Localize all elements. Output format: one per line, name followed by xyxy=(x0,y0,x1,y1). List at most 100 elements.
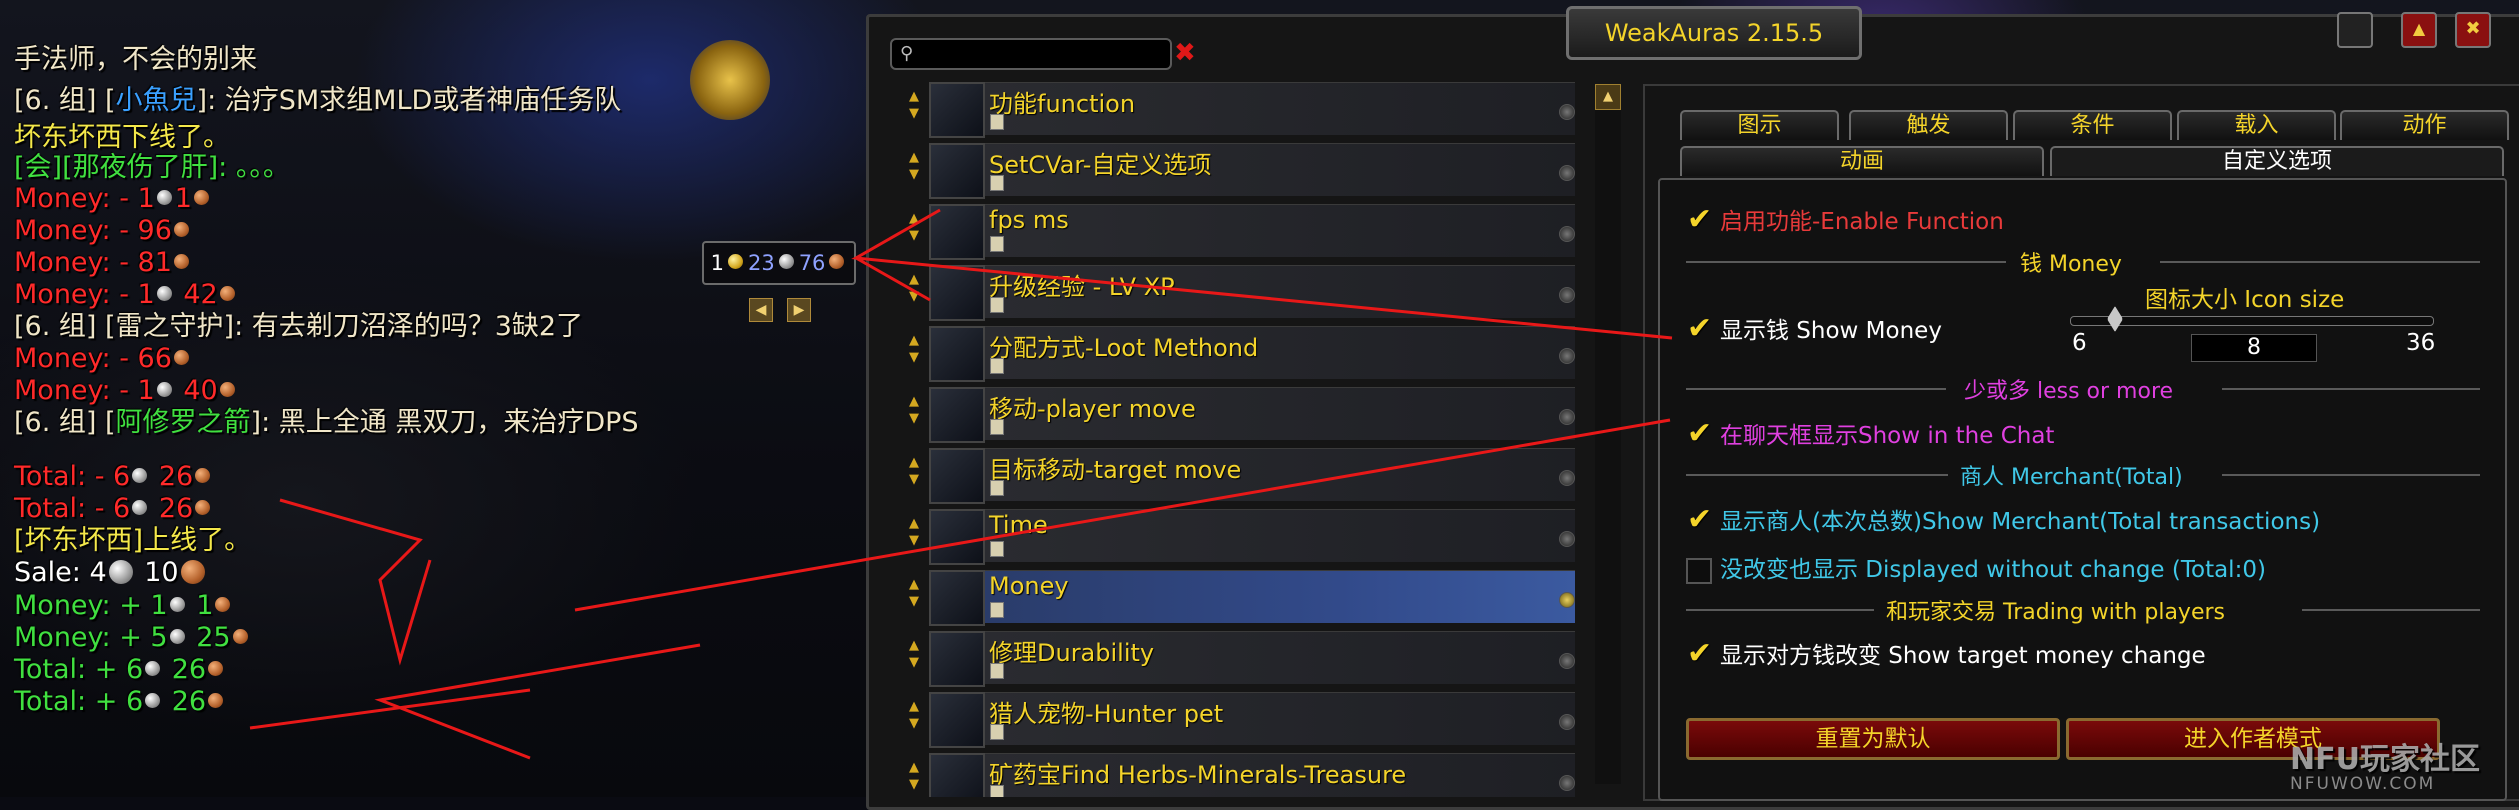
reorder-arrows-icon[interactable]: ▲ ▼ xyxy=(909,149,923,183)
widget-next-button[interactable]: ▶ xyxy=(787,298,811,322)
silver-coin-icon xyxy=(108,559,133,584)
aura-list-item[interactable]: ▲ ▼ 功能function xyxy=(893,78,1595,138)
scroll-up-button[interactable]: ▲ xyxy=(1595,84,1621,110)
chat-text: 阿修罗之箭 xyxy=(115,407,251,438)
reorder-arrows-icon[interactable]: ▲ ▼ xyxy=(909,637,923,671)
aura-list-item[interactable]: ▲ ▼ SetCVar-自定义选项 xyxy=(893,139,1595,199)
aura-list-item[interactable]: ▲ ▼ 升级经验 - LV XP xyxy=(893,261,1595,321)
aura-list-item[interactable]: ▲ ▼ 分配方式-Loot Methond xyxy=(893,322,1595,382)
chat-text: ]: 治疗SM求组MLD或者神庙任务队 xyxy=(196,85,622,116)
chat-line: Total: - 6 26 xyxy=(14,461,213,493)
aura-name: 修理Durability xyxy=(989,639,1155,667)
copper-coin-icon xyxy=(195,500,211,515)
aura-list-item[interactable]: ▲ ▼ Money xyxy=(893,566,1595,626)
icon-size-value-input[interactable]: 8 xyxy=(2191,334,2317,362)
tab-load[interactable]: 载入 xyxy=(2177,110,2336,140)
tab-conditions[interactable]: 条件 xyxy=(2013,110,2172,140)
show-in-chat-option[interactable]: 在聊天框显示Show in the Chat xyxy=(1686,416,2054,451)
option-label: 显示对方钱改变 Show target money change xyxy=(1720,643,2206,669)
checkbox-checked-icon[interactable] xyxy=(1686,502,1712,537)
aura-list-item[interactable]: ▲ ▼ Time xyxy=(893,505,1595,565)
visibility-toggle-icon[interactable] xyxy=(1559,653,1575,669)
document-icon xyxy=(990,236,1004,252)
tab-display[interactable]: 图示 xyxy=(1680,110,1839,140)
chat-text: Total: + 6 xyxy=(14,686,144,717)
reorder-arrows-icon[interactable]: ▲ ▼ xyxy=(909,393,923,427)
show-merchant-option[interactable]: 显示商人(本次总数)Show Merchant(Total transactio… xyxy=(1686,502,2321,537)
aura-list-item[interactable]: ▲ ▼ fps ms xyxy=(893,200,1595,260)
chat-text: [6. 组] [ xyxy=(14,311,116,342)
chat-text: 26 xyxy=(163,654,207,685)
copper-coin-icon xyxy=(829,253,845,269)
reorder-arrows-icon[interactable]: ▲ ▼ xyxy=(909,210,923,244)
checkbox-checked-icon[interactable] xyxy=(1686,311,1712,346)
chat-line: [6. 组] [小魚兒]: 治疗SM求组MLD或者神庙任务队 xyxy=(14,85,694,116)
reorder-arrows-icon[interactable]: ▲ ▼ xyxy=(909,515,923,549)
visibility-toggle-icon[interactable] xyxy=(1559,531,1575,547)
minimize-button[interactable] xyxy=(2337,12,2373,48)
aura-list-item[interactable]: ▲ ▼ 移动-player move xyxy=(893,383,1595,443)
aura-name: 猎人宠物-Hunter pet xyxy=(989,700,1224,728)
icon-size-slider[interactable] xyxy=(2070,316,2434,326)
aura-list-item[interactable]: ▲ ▼ 目标移动-target move xyxy=(893,444,1595,504)
visibility-toggle-icon[interactable] xyxy=(1559,470,1575,486)
aura-list-item[interactable]: ▲ ▼ 矿药宝Find Herbs-Minerals-Treasure xyxy=(893,749,1595,797)
checkbox-checked-icon[interactable] xyxy=(1686,416,1712,451)
visibility-toggle-icon[interactable] xyxy=(1559,348,1575,364)
checkbox-checked-icon[interactable] xyxy=(1686,636,1712,671)
visibility-toggle-icon[interactable] xyxy=(1559,287,1575,303)
tab-trigger[interactable]: 触发 xyxy=(1849,110,2008,140)
reorder-arrows-icon[interactable]: ▲ ▼ xyxy=(909,698,923,732)
search-input[interactable]: ⚲ xyxy=(890,38,1172,70)
aura-list-scrollbar[interactable]: ▲ xyxy=(1595,84,1621,784)
chat-text: Money: - 1 xyxy=(14,279,155,310)
display-without-change-option[interactable]: 没改变也显示 Displayed without change (Total:0… xyxy=(1686,550,2266,584)
show-target-money-option[interactable]: 显示对方钱改变 Show target money change xyxy=(1686,636,2206,671)
chat-line: Money: + 5 25 xyxy=(14,622,251,654)
widget-prev-button[interactable]: ◀ xyxy=(749,298,773,322)
chat-text: Money: - 1 xyxy=(14,375,155,406)
tab-animations[interactable]: 动画 xyxy=(1680,146,2044,176)
silver-coin-icon xyxy=(156,382,172,397)
reorder-arrows-icon[interactable]: ▲ ▼ xyxy=(909,576,923,610)
visibility-toggle-icon[interactable] xyxy=(1559,714,1575,730)
reorder-arrows-icon[interactable]: ▲ ▼ xyxy=(909,88,923,122)
icon-size-label: 图标大小 Icon size xyxy=(2145,287,2345,313)
reorder-arrows-icon[interactable]: ▲ ▼ xyxy=(909,332,923,366)
visibility-toggle-icon[interactable] xyxy=(1559,165,1575,181)
visibility-toggle-icon[interactable] xyxy=(1559,104,1575,120)
chat-text: 42 xyxy=(174,279,218,310)
reorder-arrows-icon[interactable]: ▲ ▼ xyxy=(909,454,923,488)
silver-coin-icon xyxy=(778,253,794,269)
reorder-arrows-icon[interactable]: ▲ ▼ xyxy=(909,271,923,305)
window-title[interactable]: WeakAuras 2.15.5 xyxy=(1566,6,1862,60)
section-header-less-more: 少或多 less or more xyxy=(1964,379,2174,404)
visibility-toggle-icon[interactable] xyxy=(1559,409,1575,425)
visibility-toggle-icon[interactable] xyxy=(1559,592,1575,608)
checkbox-unchecked-icon[interactable] xyxy=(1686,557,1712,584)
document-icon xyxy=(990,602,1004,618)
tab-custom-options[interactable]: 自定义选项 xyxy=(2050,146,2504,176)
slider-max-label: 36 xyxy=(2406,330,2436,356)
collapse-button[interactable]: ▲ xyxy=(2401,12,2437,48)
aura-row-background xyxy=(985,204,1575,257)
chat-text: 雷之守护 xyxy=(115,311,224,342)
show-money-option[interactable]: 显示钱 Show Money xyxy=(1686,311,1942,346)
clear-search-button[interactable]: ✖ xyxy=(1174,38,1196,68)
option-label: 显示商人(本次总数)Show Merchant(Total transactio… xyxy=(1720,509,2321,535)
aura-list-item[interactable]: ▲ ▼ 猎人宠物-Hunter pet xyxy=(893,688,1595,748)
aura-name: 目标移动-target move xyxy=(989,456,1242,484)
aura-list-item[interactable]: ▲ ▼ 修理Durability xyxy=(893,627,1595,687)
reorder-arrows-icon[interactable]: ▲ ▼ xyxy=(909,759,923,793)
visibility-toggle-icon[interactable] xyxy=(1559,775,1575,791)
divider xyxy=(2302,609,2480,611)
checkbox-checked-icon[interactable] xyxy=(1686,202,1712,237)
reset-to-default-button[interactable]: 重置为默认 xyxy=(1686,718,2060,760)
chat-text: Total: + 6 xyxy=(14,654,144,685)
enable-function-option[interactable]: 启用功能-Enable Function xyxy=(1686,202,2004,237)
close-button[interactable]: ✖ xyxy=(2455,12,2491,48)
option-label: 显示钱 Show Money xyxy=(1720,318,1942,344)
visibility-toggle-icon[interactable] xyxy=(1559,226,1575,242)
money-display-widget[interactable]: 1 23 76 xyxy=(702,241,856,285)
tab-actions[interactable]: 动作 xyxy=(2340,110,2509,140)
